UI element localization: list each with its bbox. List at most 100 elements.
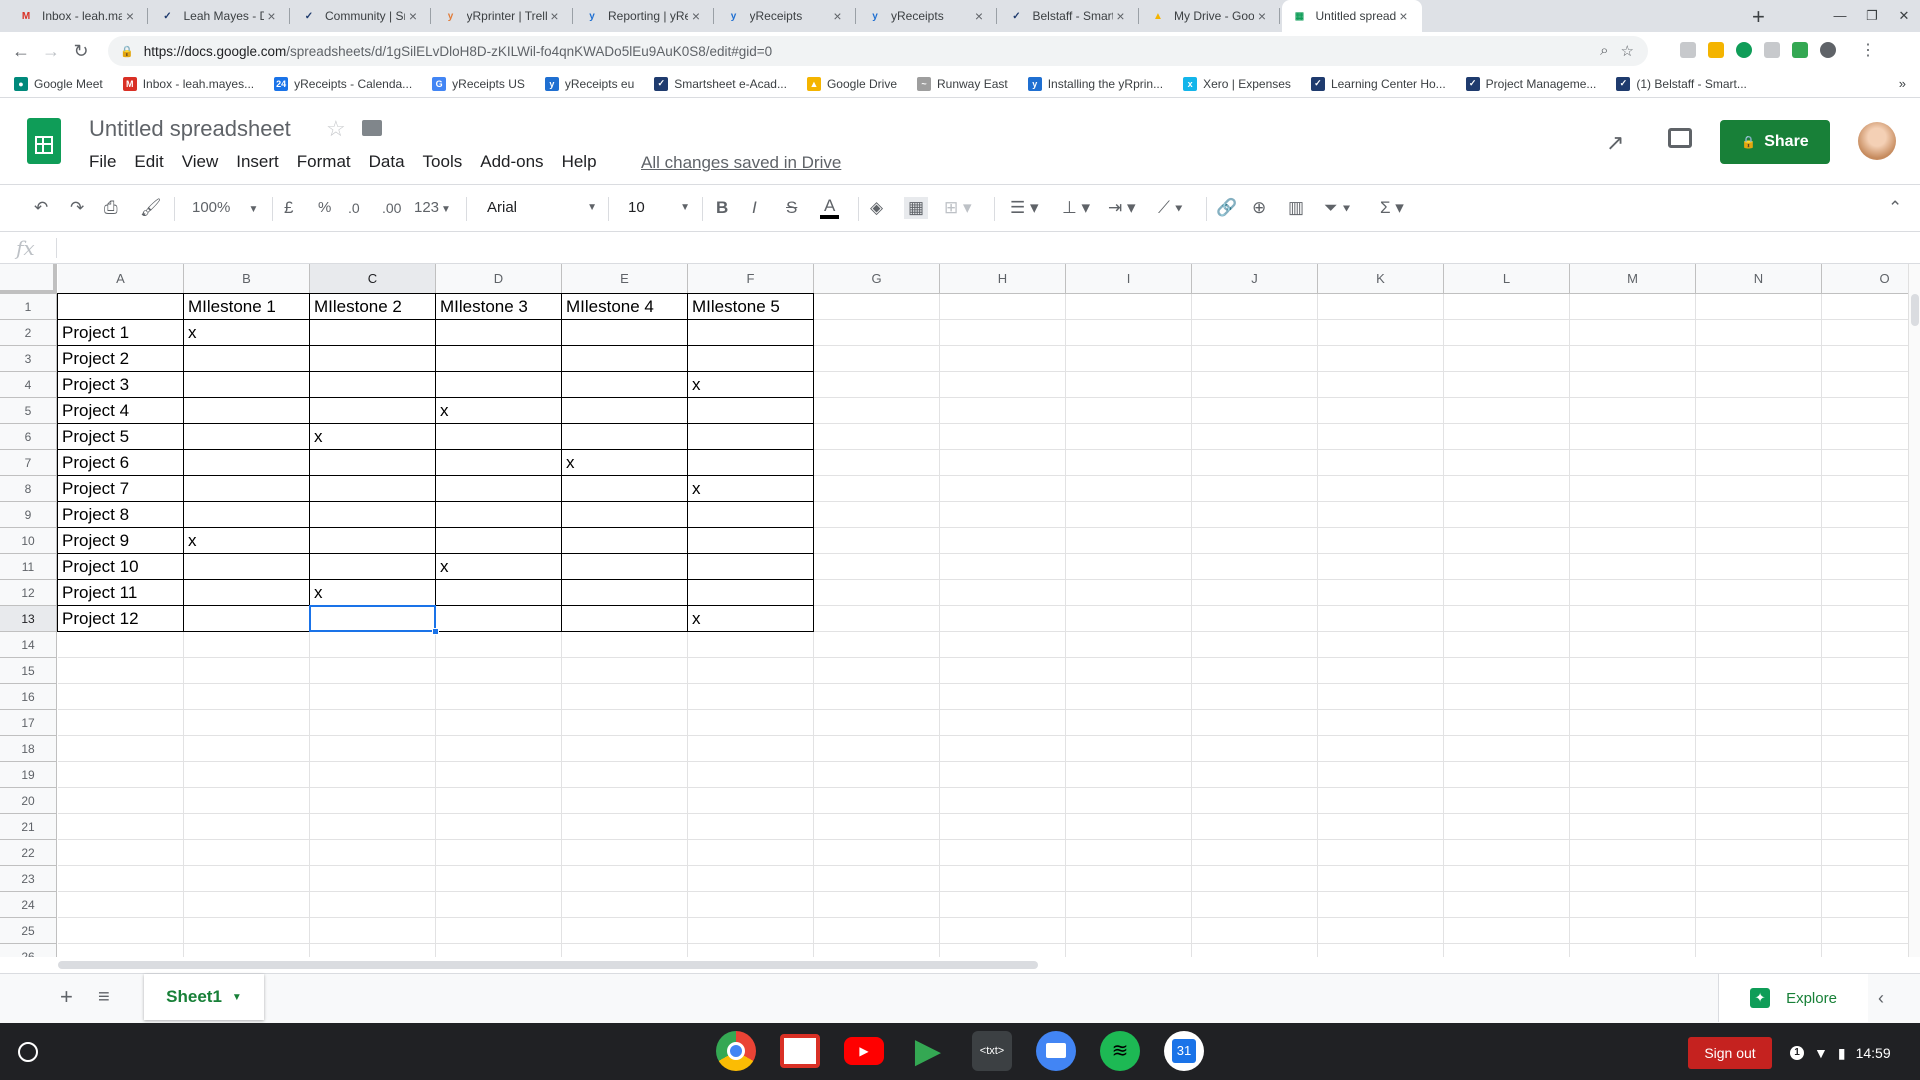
- cell[interactable]: [940, 632, 1066, 658]
- cell[interactable]: [310, 944, 436, 957]
- cell[interactable]: [1822, 320, 1908, 346]
- share-button[interactable]: 🔒 Share: [1720, 120, 1830, 164]
- cell[interactable]: [1570, 294, 1696, 320]
- cell[interactable]: [436, 788, 562, 814]
- cell[interactable]: [1822, 554, 1908, 580]
- cell[interactable]: [310, 918, 436, 944]
- cell[interactable]: [1822, 892, 1908, 918]
- cell[interactable]: Project 8: [58, 502, 184, 528]
- cell[interactable]: [1318, 554, 1444, 580]
- row-header[interactable]: 15: [0, 658, 57, 684]
- cell[interactable]: [1066, 866, 1192, 892]
- cell[interactable]: [1444, 918, 1570, 944]
- cell[interactable]: [1696, 580, 1822, 606]
- row-header[interactable]: 10: [0, 528, 57, 554]
- close-tab-icon[interactable]: ×: [405, 8, 421, 24]
- cell[interactable]: [562, 710, 688, 736]
- bookmark-item[interactable]: ✓ Smartsheet e-Acad...: [654, 76, 787, 91]
- cell[interactable]: MIlestone 3: [436, 294, 562, 320]
- cell[interactable]: [1696, 788, 1822, 814]
- close-tab-icon[interactable]: ×: [688, 8, 704, 24]
- cell[interactable]: [1696, 528, 1822, 554]
- paint-format-icon[interactable]: 🖌: [140, 197, 162, 219]
- cell[interactable]: [184, 450, 310, 476]
- cell[interactable]: [1696, 632, 1822, 658]
- horizontal-scrollbar[interactable]: [58, 957, 1908, 973]
- cell[interactable]: [688, 450, 814, 476]
- cell[interactable]: x: [688, 476, 814, 502]
- cell[interactable]: [688, 346, 814, 372]
- cell[interactable]: [310, 606, 436, 632]
- cell[interactable]: [1696, 294, 1822, 320]
- cell[interactable]: [436, 814, 562, 840]
- cell[interactable]: [1444, 866, 1570, 892]
- sheet-tab[interactable]: Sheet1 ▼: [144, 974, 264, 1020]
- cell[interactable]: [1318, 502, 1444, 528]
- cell[interactable]: [1444, 736, 1570, 762]
- cell[interactable]: [940, 294, 1066, 320]
- browser-tab[interactable]: ▦ Untitled spreadshee×: [1281, 0, 1422, 32]
- cell[interactable]: [1444, 320, 1570, 346]
- row-header[interactable]: 2: [0, 320, 57, 346]
- column-header[interactable]: B: [184, 264, 310, 294]
- cell[interactable]: [184, 606, 310, 632]
- cell[interactable]: [940, 814, 1066, 840]
- cell[interactable]: [184, 502, 310, 528]
- cell[interactable]: [1192, 736, 1318, 762]
- cell[interactable]: [1192, 710, 1318, 736]
- star-icon[interactable]: ☆: [326, 116, 346, 142]
- cell[interactable]: [940, 762, 1066, 788]
- cell[interactable]: [1822, 398, 1908, 424]
- cell[interactable]: [814, 346, 940, 372]
- cell[interactable]: [310, 736, 436, 762]
- cell[interactable]: [1318, 372, 1444, 398]
- cell[interactable]: [688, 502, 814, 528]
- menu-edit[interactable]: Edit: [134, 152, 163, 172]
- cell[interactable]: [940, 840, 1066, 866]
- cell[interactable]: [1318, 476, 1444, 502]
- cell[interactable]: [1822, 788, 1908, 814]
- cell[interactable]: [562, 840, 688, 866]
- cell[interactable]: [58, 840, 184, 866]
- cell[interactable]: [1822, 424, 1908, 450]
- cell[interactable]: [1192, 788, 1318, 814]
- browser-tab[interactable]: y Reporting | yReceipt×: [574, 0, 714, 32]
- filter-icon[interactable]: ⏷ ▾: [1324, 197, 1351, 219]
- cell[interactable]: [1066, 762, 1192, 788]
- cell[interactable]: [1822, 372, 1908, 398]
- row-header[interactable]: 22: [0, 840, 57, 866]
- cell[interactable]: [1822, 450, 1908, 476]
- row-header[interactable]: 14: [0, 632, 57, 658]
- cell[interactable]: [436, 710, 562, 736]
- borders-icon[interactable]: ▦: [904, 197, 929, 219]
- cell[interactable]: [1444, 502, 1570, 528]
- cell[interactable]: [562, 658, 688, 684]
- minimize-icon[interactable]: —: [1824, 0, 1856, 32]
- bookmark-item[interactable]: ✓ (1) Belstaff - Smart...: [1616, 76, 1747, 91]
- extension-icon[interactable]: [1792, 42, 1808, 58]
- cell[interactable]: [436, 346, 562, 372]
- cell[interactable]: [436, 918, 562, 944]
- cell[interactable]: [814, 294, 940, 320]
- cell[interactable]: [1570, 788, 1696, 814]
- cell[interactable]: [1444, 814, 1570, 840]
- youtube-icon[interactable]: ▶: [844, 1037, 884, 1065]
- cell[interactable]: [1066, 502, 1192, 528]
- cell[interactable]: [310, 554, 436, 580]
- cell[interactable]: x: [184, 320, 310, 346]
- cell[interactable]: [184, 710, 310, 736]
- cell[interactable]: [184, 814, 310, 840]
- cell[interactable]: [1192, 320, 1318, 346]
- cell[interactable]: [436, 606, 562, 632]
- cell[interactable]: [1696, 346, 1822, 372]
- row-header[interactable]: 17: [0, 710, 57, 736]
- gmail-icon[interactable]: [780, 1034, 820, 1068]
- cell[interactable]: MIlestone 1: [184, 294, 310, 320]
- text-rotation-icon[interactable]: ⟋ ▾: [1158, 197, 1183, 219]
- cell[interactable]: [1192, 892, 1318, 918]
- row-header[interactable]: 21: [0, 814, 57, 840]
- formula-bar[interactable]: fx: [0, 232, 1920, 264]
- cell[interactable]: [562, 788, 688, 814]
- cell[interactable]: [1192, 398, 1318, 424]
- row-header[interactable]: 5: [0, 398, 57, 424]
